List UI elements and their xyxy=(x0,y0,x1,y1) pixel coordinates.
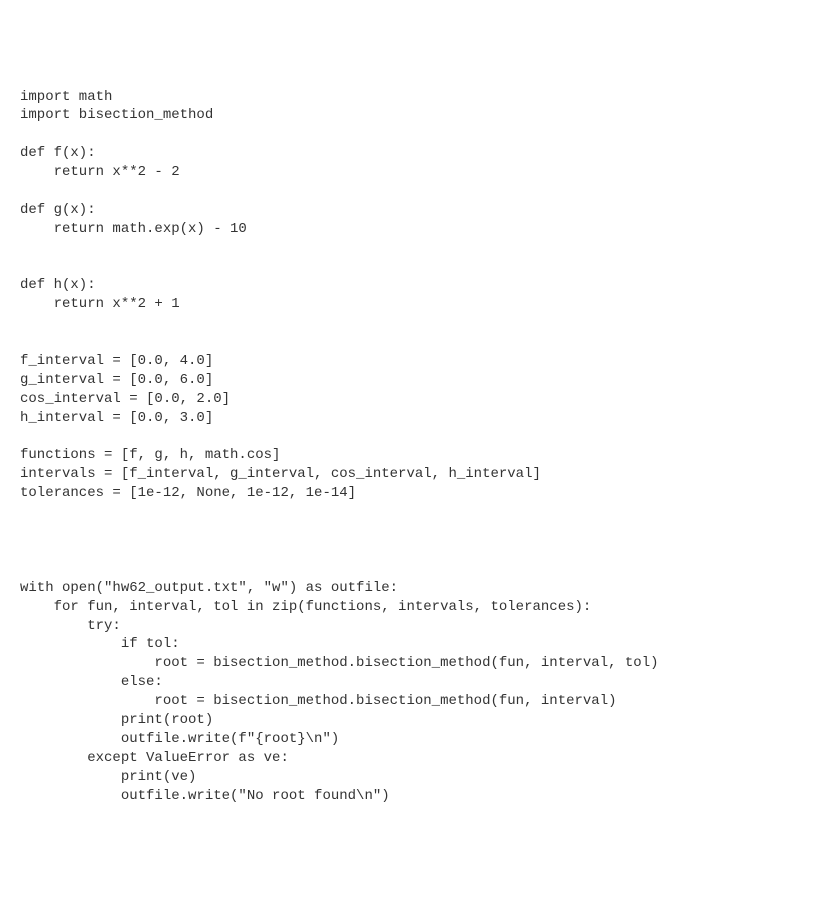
code-block: import math import bisection_method def … xyxy=(20,88,818,806)
